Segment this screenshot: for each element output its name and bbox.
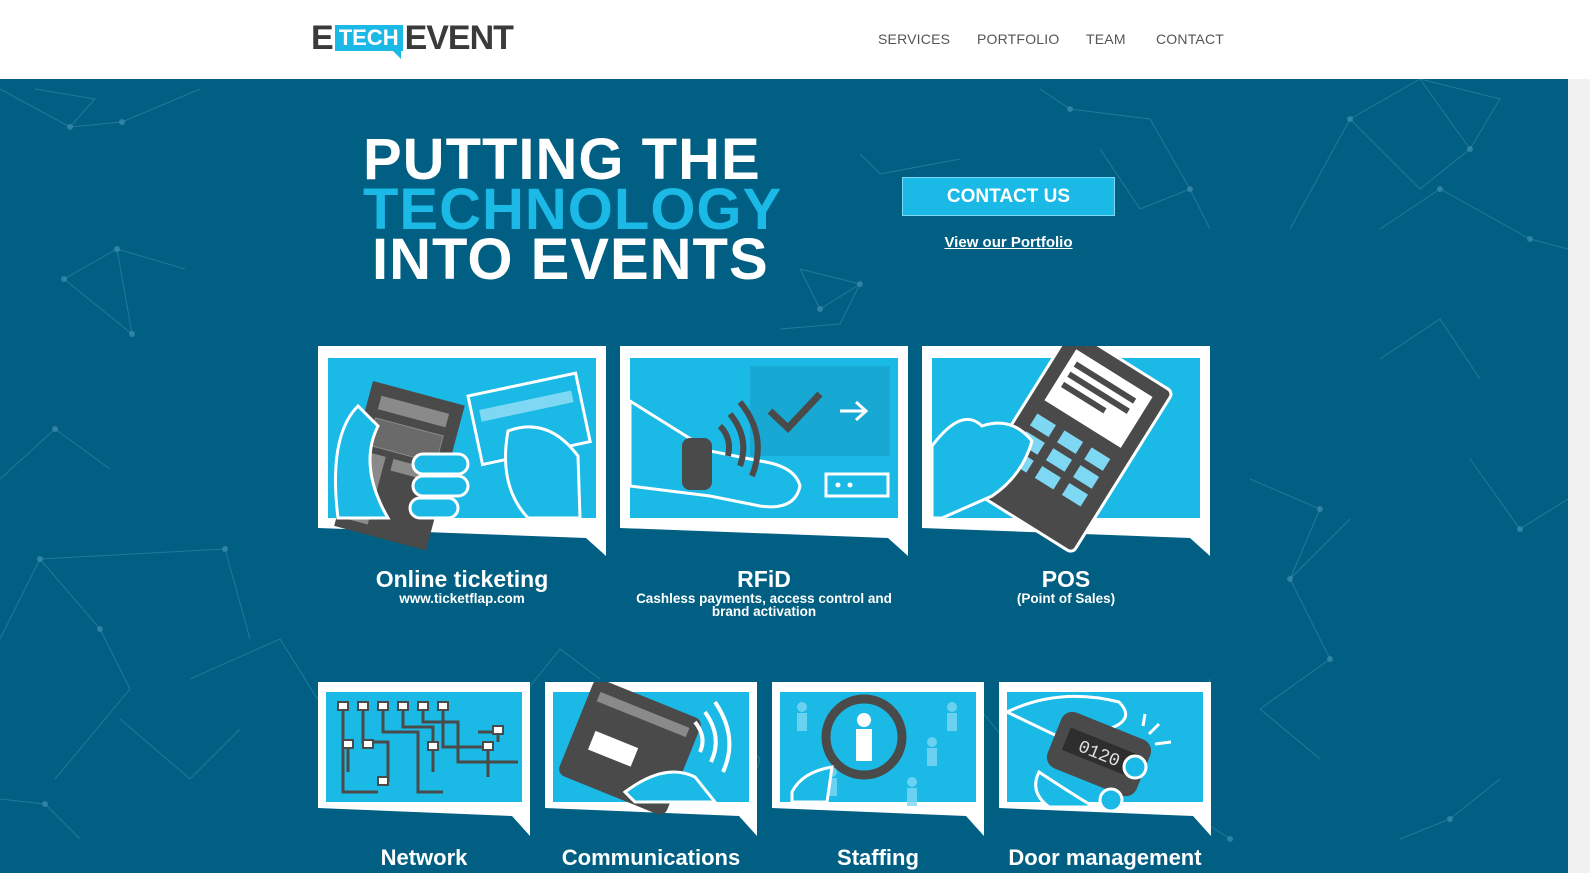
card-title: POS	[1041, 566, 1091, 592]
nav-services[interactable]: SERVICES	[878, 31, 950, 47]
clicker-counter-icon: 0120	[999, 682, 1211, 836]
network-icon	[318, 682, 530, 836]
logo[interactable]: E TECH EVENT	[311, 19, 514, 59]
logo-event: EVENT	[404, 18, 514, 57]
pos-terminal-icon	[922, 346, 1210, 556]
hero-headline: PUTTING THE TECHNOLOGY INTO EVENTS	[363, 131, 782, 292]
service-card-door-management[interactable]: 0120	[999, 682, 1213, 838]
hero-section: PUTTING THE TECHNOLOGY INTO EVENTS CONTA…	[0, 79, 1568, 873]
header-bar: E TECH EVENT SERVICES PORTFOLIO TEAM CON…	[0, 0, 1590, 79]
card-title: Communications	[561, 845, 741, 870]
nav-contact[interactable]: CONTACT	[1156, 31, 1224, 47]
page-scrollbar[interactable]	[1568, 79, 1590, 873]
card-subtitle: (Point of Sales)	[1016, 591, 1116, 606]
service-card-online-ticketing[interactable]	[318, 346, 608, 558]
card-title: RFiD	[737, 566, 791, 592]
card-subtitle: www.ticketflap.com	[399, 591, 525, 606]
service-card-pos[interactable]	[922, 346, 1212, 558]
nav-portfolio[interactable]: PORTFOLIO	[977, 31, 1059, 47]
nav-team[interactable]: TEAM	[1086, 31, 1126, 47]
phone-signal-icon	[545, 682, 757, 836]
logo-e: E	[311, 18, 334, 57]
card-title: Network	[380, 845, 468, 870]
headline-line-3: INTO EVENTS	[372, 227, 769, 292]
service-card-network[interactable]	[318, 682, 532, 838]
contact-us-button[interactable]: CONTACT US	[902, 177, 1115, 216]
magnifier-person-icon	[772, 682, 984, 836]
service-card-staffing[interactable]	[772, 682, 986, 838]
service-card-rfid[interactable]	[620, 346, 910, 558]
card-title: Online ticketing	[375, 566, 549, 592]
card-title: Staffing	[837, 845, 919, 870]
card-subtitle: Cashless payments, access control and br…	[636, 591, 892, 619]
view-portfolio-link[interactable]: View our Portfolio	[902, 234, 1115, 251]
ticket-card-icon	[318, 346, 606, 556]
page-bottom-edge	[0, 873, 1590, 886]
service-card-communications[interactable]	[545, 682, 759, 838]
rfid-wristband-icon	[620, 346, 908, 556]
logo-tech: TECH	[334, 25, 403, 59]
card-title: Door management	[1008, 845, 1202, 870]
